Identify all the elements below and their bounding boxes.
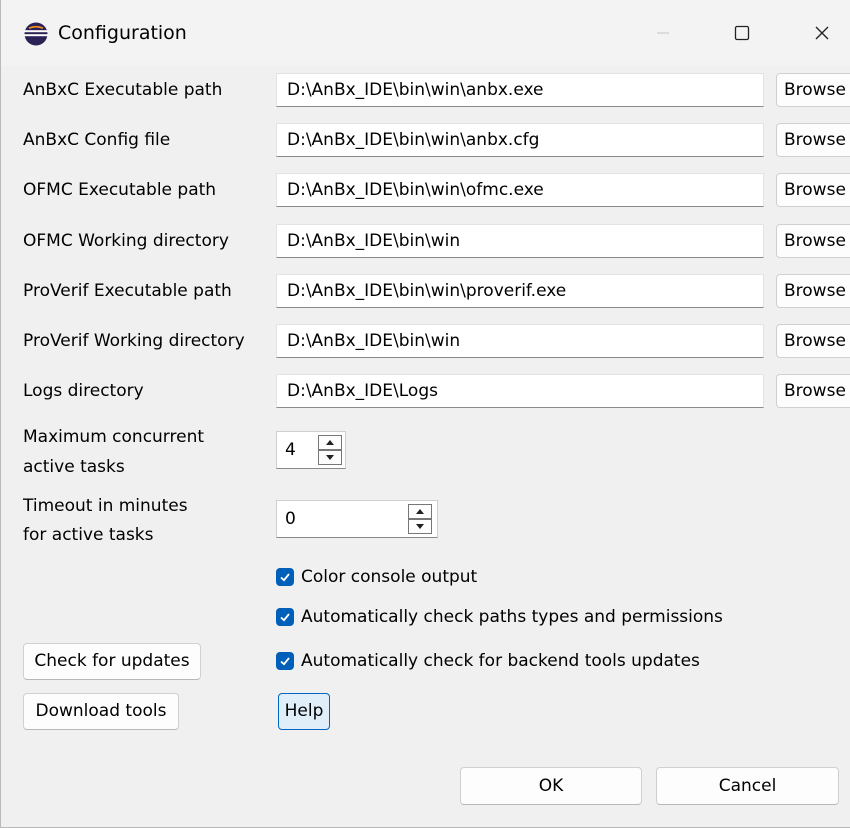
max-tasks-value[interactable]: 4 [285,438,296,462]
color-console-checkbox[interactable] [276,568,294,586]
max-tasks-label-line1: Maximum concurrent [23,427,205,447]
eclipse-app-icon [24,22,48,46]
ofmc-executable-browse-button[interactable]: Browse [776,173,850,207]
timeout-decrement-button[interactable] [408,519,432,534]
max-tasks-label-line2: active tasks [23,457,125,477]
check-backend-updates-checkbox[interactable] [276,652,294,670]
proverif-executable-input[interactable]: D:\AnBx_IDE\bin\win\proverif.exe [276,274,764,308]
ofmc-working-dir-input[interactable]: D:\AnBx_IDE\bin\win [276,224,764,258]
arrow-up-icon [416,509,424,514]
max-tasks-spinner[interactable]: 4 [276,431,346,469]
arrow-up-icon [326,440,334,445]
maximize-icon [734,25,750,41]
color-console-label[interactable]: Color console output [301,565,477,589]
anbxc-config-label: AnBxC Config file [23,130,171,150]
timeout-value[interactable]: 0 [285,507,296,531]
checkmark-icon [280,613,290,622]
close-button[interactable] [797,13,847,53]
logs-directory-input[interactable]: D:\AnBx_IDE\Logs [276,374,764,408]
max-tasks-increment-button[interactable] [318,435,342,450]
check-paths-label[interactable]: Automatically check paths types and perm… [301,605,723,629]
minimize-icon [657,32,669,34]
check-paths-option[interactable]: Automatically check paths types and perm… [276,604,723,630]
title-bar[interactable]: Configuration [1,0,850,66]
window-title: Configuration [58,22,187,44]
checkmark-icon [280,573,290,582]
ok-button[interactable]: OK [460,767,642,805]
checkmark-icon [280,657,290,666]
logs-directory-browse-button[interactable]: Browse [776,374,850,408]
anbxc-executable-browse-button[interactable]: Browse [776,73,850,107]
minimize-button[interactable] [638,13,688,53]
download-tools-button[interactable]: Download tools [23,693,179,730]
anbxc-executable-label: AnBxC Executable path [23,80,223,100]
close-icon [815,26,829,40]
ofmc-working-dir-label: OFMC Working directory [23,231,229,251]
cancel-button[interactable]: Cancel [656,767,839,805]
ofmc-executable-label: OFMC Executable path [23,180,217,200]
ofmc-executable-input[interactable]: D:\AnBx_IDE\bin\win\ofmc.exe [276,173,764,207]
proverif-executable-label: ProVerif Executable path [23,281,232,301]
timeout-increment-button[interactable] [408,504,432,519]
anbxc-executable-input[interactable]: D:\AnBx_IDE\bin\win\anbx.exe [276,73,764,107]
check-backend-updates-option[interactable]: Automatically check for backend tools up… [276,648,700,674]
check-for-updates-button[interactable]: Check for updates [23,643,201,680]
check-paths-checkbox[interactable] [276,608,294,626]
color-console-option[interactable]: Color console output [276,564,477,590]
proverif-working-dir-browse-button[interactable]: Browse [776,324,850,358]
help-button[interactable]: Help [278,693,330,730]
max-tasks-decrement-button[interactable] [318,450,342,465]
configuration-dialog: Configuration AnBxC Executable path D:\A… [0,0,850,828]
arrow-down-icon [416,524,424,529]
timeout-label-line2: for active tasks [23,525,154,545]
proverif-working-dir-input[interactable]: D:\AnBx_IDE\bin\win [276,324,764,358]
check-backend-updates-label[interactable]: Automatically check for backend tools up… [301,649,700,673]
timeout-spinner[interactable]: 0 [276,500,438,538]
maximize-button[interactable] [717,13,767,53]
timeout-label-line1: Timeout in minutes [23,496,188,516]
ofmc-working-dir-browse-button[interactable]: Browse [776,224,850,258]
logs-directory-label: Logs directory [23,381,144,401]
arrow-down-icon [326,455,334,460]
proverif-working-dir-label: ProVerif Working directory [23,331,245,351]
anbxc-config-input[interactable]: D:\AnBx_IDE\bin\win\anbx.cfg [276,123,764,157]
proverif-executable-browse-button[interactable]: Browse [776,274,850,308]
anbxc-config-browse-button[interactable]: Browse [776,123,850,157]
